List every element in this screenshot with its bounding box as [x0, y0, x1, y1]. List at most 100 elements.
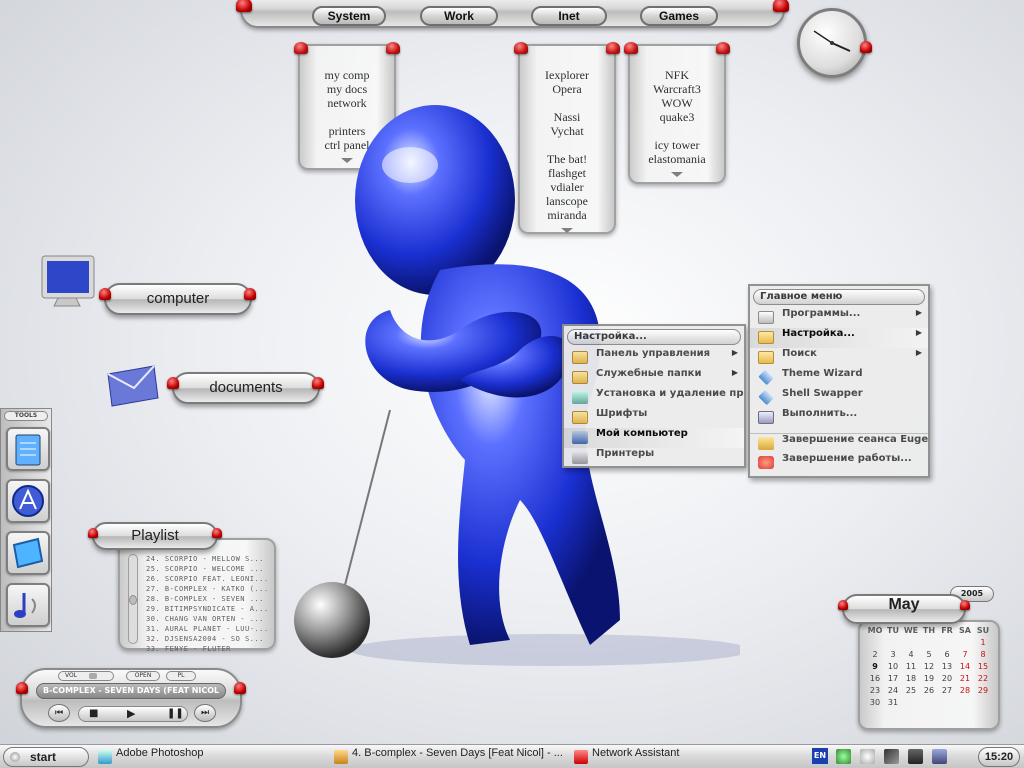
- key-icon: [758, 437, 774, 450]
- playlist-track[interactable]: 25. SCORPIO - WELCOME ...: [146, 564, 268, 574]
- window-tool-button[interactable]: [6, 531, 50, 575]
- work-menu-button[interactable]: Work: [420, 6, 498, 26]
- calendar-day[interactable]: 13: [938, 662, 956, 671]
- network-status-icon[interactable]: [836, 749, 851, 764]
- inet-menu-button[interactable]: Inet: [531, 6, 607, 26]
- calendar-day[interactable]: 19: [920, 674, 938, 683]
- calendar-day[interactable]: 7: [956, 650, 974, 659]
- calendar-day[interactable]: 22: [974, 674, 992, 683]
- menu-item-my-computer[interactable]: Мой компьютер: [564, 428, 744, 448]
- calendar-day[interactable]: 16: [866, 674, 884, 683]
- playlist-toggle-button[interactable]: PL: [166, 671, 196, 681]
- calendar-day[interactable]: 12: [920, 662, 938, 671]
- calendar-day[interactable]: 3: [884, 650, 902, 659]
- calendar-day[interactable]: 23: [866, 686, 884, 695]
- calendar-day[interactable]: 2: [866, 650, 884, 659]
- task-photoshop[interactable]: Adobe Photoshop: [96, 747, 326, 767]
- volume-slider[interactable]: VOL: [58, 671, 114, 681]
- play-icon[interactable]: ▶: [127, 707, 135, 720]
- volume-knob[interactable]: [89, 673, 97, 679]
- calendar-day[interactable]: 17: [884, 674, 902, 683]
- calendar-day[interactable]: 15: [974, 662, 992, 671]
- menu-item-logoff[interactable]: Завершение сеанса Eugeny...: [750, 433, 928, 453]
- weekday-header: MO: [867, 626, 883, 635]
- calendar-day[interactable]: 28: [956, 686, 974, 695]
- calendar-day[interactable]: 20: [938, 674, 956, 683]
- playlist-track[interactable]: 30. CHANG VAN ORTEN - ...: [146, 614, 268, 624]
- menu-item-programs[interactable]: Программы... ▶: [750, 308, 928, 328]
- calendar-day[interactable]: 6: [938, 650, 956, 659]
- computer-label-button[interactable]: computer: [104, 283, 252, 315]
- menu-item-printers[interactable]: Принтеры: [564, 448, 744, 468]
- playlist-track[interactable]: 33. FENYE - FLUTER: [146, 644, 268, 654]
- playlist-track[interactable]: 27. B-COMPLEX - KATKO (...: [146, 584, 268, 594]
- calendar-day[interactable]: 27: [938, 686, 956, 695]
- calendar-day[interactable]: 29: [974, 686, 992, 695]
- menu-item-shell-swapper[interactable]: Shell Swapper: [750, 388, 928, 408]
- playlist-scrollbar[interactable]: [128, 554, 138, 644]
- app-store-tool-button[interactable]: [6, 479, 50, 523]
- analog-clock: [797, 8, 872, 78]
- cursor-icon[interactable]: [884, 749, 899, 764]
- prev-button[interactable]: ⏮: [48, 704, 70, 722]
- mouse-icon[interactable]: [860, 749, 875, 764]
- playlist-track[interactable]: 26. SCORPIO FEAT. LEONI...: [146, 574, 268, 584]
- documents-envelope-icon[interactable]: [104, 362, 162, 410]
- menu-item-label: Theme Wizard: [782, 368, 863, 379]
- documents-label-button[interactable]: documents: [172, 372, 320, 404]
- music-tool-button[interactable]: [6, 583, 50, 627]
- scroll-thumb[interactable]: [129, 595, 137, 605]
- start-button[interactable]: start: [3, 747, 89, 767]
- language-indicator[interactable]: EN: [812, 748, 828, 764]
- pause-icon[interactable]: ❚❚: [167, 708, 184, 719]
- open-button[interactable]: OPEN: [126, 671, 160, 681]
- playlist-track[interactable]: 24. SCORPIO - MELLOW S...: [146, 554, 268, 564]
- calendar-day[interactable]: 25: [902, 686, 920, 695]
- calendar-day[interactable]: 1: [974, 638, 992, 647]
- menu-item-label: Shell Swapper: [782, 388, 863, 399]
- menu-item-run[interactable]: Выполнить...: [750, 408, 928, 428]
- calendar-day[interactable]: 4: [902, 650, 920, 659]
- start-orb-icon: [10, 752, 20, 762]
- calendar-day[interactable]: 24: [884, 686, 902, 695]
- notepad-tool-button[interactable]: [6, 427, 50, 471]
- menu-item-label: Завершение сеанса Eugeny...: [782, 434, 928, 445]
- calendar-day[interactable]: 26: [920, 686, 938, 695]
- calendar-day: [956, 638, 974, 647]
- calendar-day[interactable]: 31: [884, 698, 902, 707]
- menu-item-control-panel[interactable]: Панель управления ▶: [564, 348, 744, 368]
- playlist-track[interactable]: 28. B-COMPLEX - SEVEN ...: [146, 594, 268, 604]
- monitor-icon[interactable]: [932, 749, 947, 764]
- menu-item-label: Установка и удаление про...: [596, 388, 744, 399]
- calendar-day[interactable]: 5: [920, 650, 938, 659]
- display-icon[interactable]: [908, 749, 923, 764]
- playlist-track[interactable]: 31. AURAL PLANET - LUU-...: [146, 624, 268, 634]
- system-menu-button[interactable]: System: [312, 6, 386, 26]
- calendar-day[interactable]: 8: [974, 650, 992, 659]
- stop-icon[interactable]: ■: [89, 708, 98, 719]
- playlist-track[interactable]: 32. DJSENSA2004 - SO S...: [146, 634, 268, 644]
- calendar-day: [938, 698, 956, 707]
- menu-item-shutdown[interactable]: Завершение работы...: [750, 453, 928, 473]
- menu-item-settings[interactable]: Настройка... ▶: [750, 328, 928, 348]
- calendar-day[interactable]: 18: [902, 674, 920, 683]
- menu-item-fonts[interactable]: Шрифты: [564, 408, 744, 428]
- calendar-day[interactable]: 9: [866, 662, 884, 671]
- menu-item-theme-wizard[interactable]: Theme Wizard: [750, 368, 928, 388]
- playlist-track[interactable]: 29. BITIMPSYNDICATE - A...: [146, 604, 268, 614]
- menu-item-add-remove[interactable]: Установка и удаление про...: [564, 388, 744, 408]
- task-network-assistant[interactable]: Network Assistant: [572, 747, 802, 767]
- calendar-day[interactable]: 10: [884, 662, 902, 671]
- calendar-day[interactable]: 30: [866, 698, 884, 707]
- calendar-day[interactable]: 21: [956, 674, 974, 683]
- taskbar-clock[interactable]: 15:20: [978, 747, 1020, 767]
- task-player[interactable]: 4. B-complex - Seven Days [Feat Nicol] -…: [332, 747, 568, 767]
- next-button[interactable]: ⏭: [194, 704, 216, 722]
- menu-item-service-folders[interactable]: Служебные папки ▶: [564, 368, 744, 388]
- calendar-day[interactable]: 11: [902, 662, 920, 671]
- menu-item-search[interactable]: Поиск ▶: [750, 348, 928, 368]
- computer-desktop-icon[interactable]: [38, 254, 96, 314]
- games-menu-button[interactable]: Games: [640, 6, 718, 26]
- calendar-month[interactable]: May: [842, 594, 966, 624]
- calendar-day[interactable]: 14: [956, 662, 974, 671]
